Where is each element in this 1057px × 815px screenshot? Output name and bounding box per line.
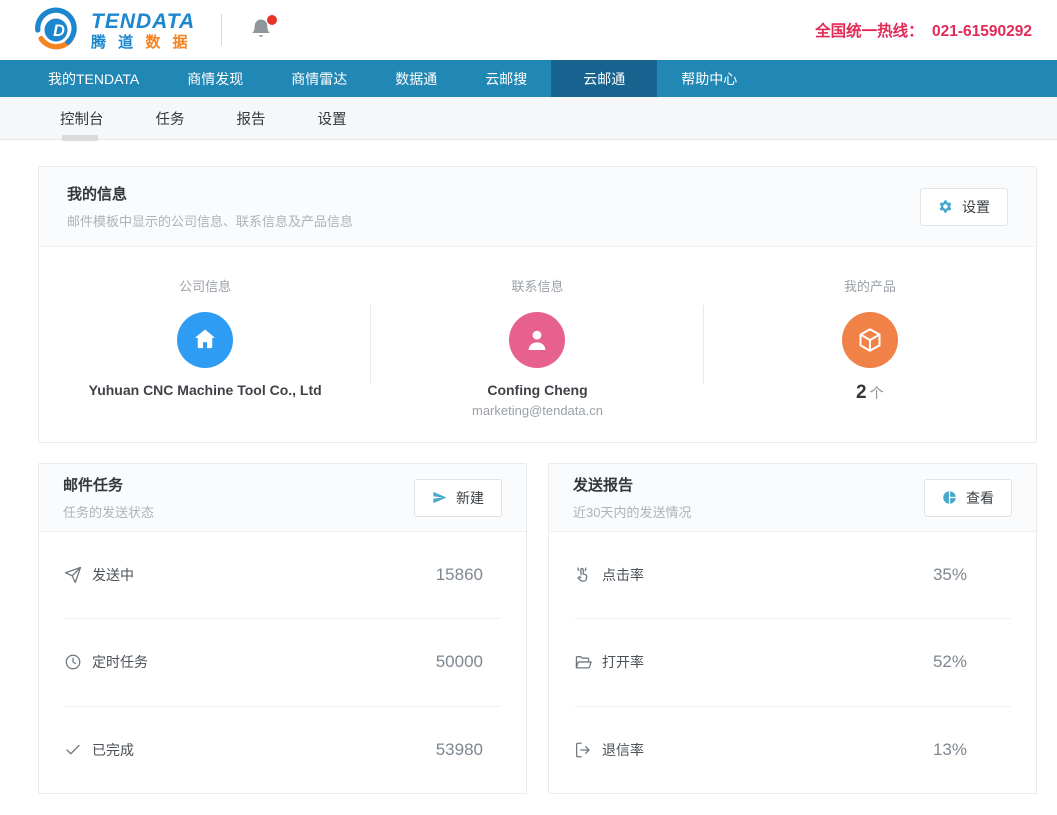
- main-content: 我的信息 邮件模板中显示的公司信息、联系信息及产品信息 设置 公司信息 Yuhu…: [0, 140, 1057, 794]
- gear-icon: [938, 199, 953, 214]
- mail-tasks-card: 邮件任务 任务的发送状态 新建 发送中: [38, 463, 527, 794]
- notification-badge: [267, 15, 277, 25]
- nav-item-business-discovery[interactable]: 商情发现: [163, 60, 267, 97]
- paper-plane-icon: [64, 566, 82, 584]
- report-row-bounce-rate: 退信率 13%: [574, 706, 1011, 793]
- company-info-label: 公司信息: [39, 276, 371, 295]
- task-row-value: 50000: [436, 652, 483, 672]
- subnav-item-tasks[interactable]: 任务: [156, 108, 185, 129]
- nav-item-cloud-mail[interactable]: 云邮通: [551, 60, 657, 97]
- settings-button[interactable]: 设置: [920, 188, 1008, 226]
- contact-info-column: 联系信息 Confing Cheng marketing@tendata.cn: [371, 247, 703, 442]
- header-divider: [221, 14, 222, 46]
- products-count: 2: [856, 382, 867, 403]
- products-column: 我的产品 2个: [704, 247, 1036, 442]
- company-name: Yuhuan CNC Machine Tool Co., Ltd: [39, 382, 371, 398]
- nav-item-my-tendata[interactable]: 我的TENDATA: [24, 60, 163, 97]
- view-report-button[interactable]: 查看: [924, 479, 1012, 517]
- contact-email: marketing@tendata.cn: [371, 403, 703, 418]
- report-row-open-rate: 打开率 52%: [574, 618, 1011, 705]
- task-row-completed: 已完成 53980: [64, 706, 501, 793]
- new-task-button[interactable]: 新建: [414, 479, 502, 517]
- products-count-line: 2个: [704, 382, 1036, 404]
- tap-icon: [574, 566, 592, 584]
- profile-card-title: 我的信息: [67, 183, 353, 204]
- send-report-rows: 点击率 35% 打开率 52%: [549, 532, 1036, 793]
- send-report-subtitle: 近30天内的发送情况: [573, 502, 691, 521]
- task-row-sending: 发送中 15860: [64, 532, 501, 618]
- nav-item-help-center[interactable]: 帮助中心: [657, 60, 761, 97]
- paper-plane-icon: [432, 490, 447, 505]
- profile-card: 我的信息 邮件模板中显示的公司信息、联系信息及产品信息 设置 公司信息 Yuhu…: [38, 166, 1037, 443]
- pie-chart-icon: [942, 490, 957, 505]
- main-nav: 我的TENDATA 商情发现 商情雷达 数据通 云邮搜 云邮通 帮助中心: [0, 60, 1057, 97]
- send-report-header: 发送报告 近30天内的发送情况 查看: [549, 464, 1036, 532]
- open-folder-icon: [574, 653, 592, 671]
- subnav-item-console[interactable]: 控制台: [60, 108, 104, 129]
- report-row-label: 退信率: [602, 740, 644, 760]
- mail-tasks-header: 邮件任务 任务的发送状态 新建: [39, 464, 526, 532]
- profile-card-subtitle: 邮件模板中显示的公司信息、联系信息及产品信息: [67, 211, 353, 230]
- nav-item-cloud-mail-search[interactable]: 云邮搜: [461, 60, 551, 97]
- brand-cn-blue: 腾 道: [91, 34, 137, 51]
- report-row-label: 打开率: [602, 652, 644, 672]
- subnav-item-settings[interactable]: 设置: [318, 108, 347, 129]
- tendata-logo-icon: D: [33, 7, 79, 53]
- brand-logo[interactable]: D TENDATA 腾 道 数 据: [33, 7, 195, 53]
- task-row-scheduled: 定时任务 50000: [64, 618, 501, 705]
- brand-name: TENDATA: [91, 11, 195, 32]
- products-icon-circle: [842, 312, 898, 368]
- send-report-titles: 发送报告 近30天内的发送情况: [573, 474, 691, 521]
- top-header: D TENDATA 腾 道 数 据 全国统一热线： 021-61590292: [0, 0, 1057, 60]
- report-row-click-rate: 点击率 35%: [574, 532, 1011, 618]
- report-row-value: 13%: [933, 740, 967, 760]
- hotline: 全国统一热线： 021-61590292: [811, 19, 1032, 41]
- subnav-item-reports[interactable]: 报告: [237, 108, 266, 129]
- send-report-title: 发送报告: [573, 474, 691, 495]
- mail-tasks-titles: 邮件任务 任务的发送状态: [63, 474, 154, 521]
- mail-tasks-subtitle: 任务的发送状态: [63, 502, 154, 521]
- hotline-label: 全国统一热线：: [815, 23, 924, 40]
- company-info-column: 公司信息 Yuhuan CNC Machine Tool Co., Ltd: [39, 247, 371, 442]
- check-icon: [64, 741, 82, 759]
- profile-card-titles: 我的信息 邮件模板中显示的公司信息、联系信息及产品信息: [67, 183, 353, 230]
- report-row-label: 点击率: [602, 565, 644, 585]
- clock-icon: [64, 653, 82, 671]
- task-row-value: 15860: [436, 565, 483, 585]
- contact-icon-circle: [509, 312, 565, 368]
- task-row-label: 发送中: [92, 565, 134, 585]
- bounce-icon: [574, 741, 592, 759]
- bottom-cards-row: 邮件任务 任务的发送状态 新建 发送中: [38, 463, 1037, 794]
- profile-card-body: 公司信息 Yuhuan CNC Machine Tool Co., Ltd 联系…: [39, 247, 1036, 442]
- brand-cn-orange: 数 据: [145, 34, 191, 51]
- sub-nav: 控制台 任务 报告 设置: [0, 97, 1057, 140]
- company-icon-circle: [177, 312, 233, 368]
- nav-item-business-radar[interactable]: 商情雷达: [267, 60, 371, 97]
- new-task-button-label: 新建: [456, 488, 484, 508]
- svg-text:D: D: [53, 22, 65, 40]
- contact-info-label: 联系信息: [371, 276, 703, 295]
- cube-icon: [855, 325, 885, 355]
- brand-name-chinese: 腾 道 数 据: [91, 35, 195, 50]
- contact-name: Confing Cheng: [371, 382, 703, 398]
- notifications-button[interactable]: [246, 15, 276, 45]
- nav-item-datatong[interactable]: 数据通: [371, 60, 461, 97]
- send-report-card: 发送报告 近30天内的发送情况 查看: [548, 463, 1037, 794]
- products-unit: 个: [870, 385, 884, 401]
- mail-tasks-rows: 发送中 15860 定时任务 50000: [39, 532, 526, 793]
- home-icon: [190, 325, 220, 355]
- view-report-button-label: 查看: [966, 488, 994, 508]
- brand-text: TENDATA 腾 道 数 据: [91, 11, 195, 50]
- products-label: 我的产品: [704, 276, 1036, 295]
- report-row-value: 35%: [933, 565, 967, 585]
- profile-card-header: 我的信息 邮件模板中显示的公司信息、联系信息及产品信息 设置: [39, 167, 1036, 247]
- task-row-label: 定时任务: [92, 652, 148, 672]
- hotline-number: 021-61590292: [932, 23, 1032, 40]
- task-row-label: 已完成: [92, 740, 134, 760]
- task-row-value: 53980: [436, 740, 483, 760]
- person-icon: [522, 325, 552, 355]
- mail-tasks-title: 邮件任务: [63, 474, 154, 495]
- settings-button-label: 设置: [962, 197, 990, 217]
- report-row-value: 52%: [933, 652, 967, 672]
